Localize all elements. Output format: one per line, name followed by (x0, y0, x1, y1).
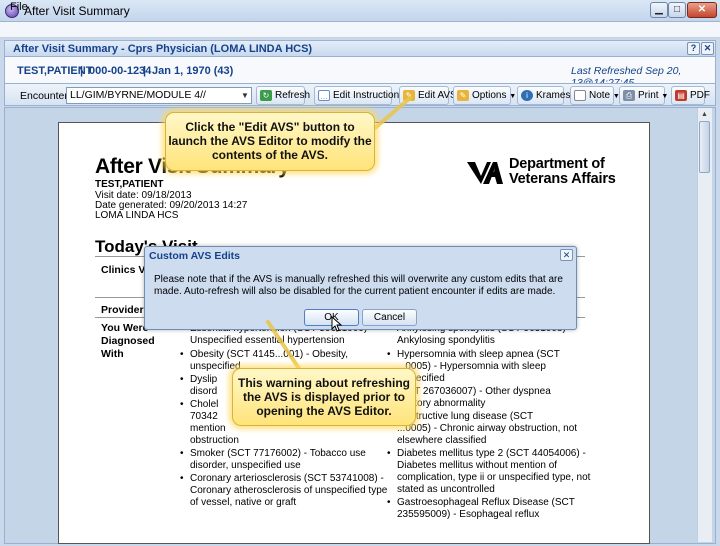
dx-line: Unspecified essential hypertension (190, 335, 345, 346)
maximize-button[interactable]: □ (668, 2, 686, 18)
dialog-title: Custom AVS Edits (149, 250, 241, 262)
pencil-icon: ✎ (403, 90, 415, 101)
printer-icon: ⎙ (623, 90, 635, 101)
dx-line: of vessel, native or graft (190, 497, 297, 508)
dx-line: Diabetes mellitus type 2 (SCT 44054006) … (387, 448, 586, 460)
dx-line: complication, type ii or unspecified typ… (397, 472, 591, 483)
minimize-button[interactable]: ▁ (650, 2, 668, 18)
dx-line: 235595009) - Esophageal reflux (397, 509, 540, 520)
providers-label: Providers (101, 304, 150, 316)
dx-line: Diabetes mellitus without mention of (397, 460, 558, 471)
window-title: After Visit Summary (24, 4, 130, 18)
encounter-select[interactable]: LL/GIM/BYRNE/MODULE 4// (66, 87, 252, 104)
menu-file[interactable]: File (10, 1, 28, 13)
options-label: Options (472, 90, 507, 101)
facility: LOMA LINDA HCS (95, 210, 179, 221)
print-button[interactable]: ⎙ Print ▼ (619, 86, 669, 105)
chevron-down-icon: ▼ (661, 93, 669, 100)
warning-callout: This warning about refreshing the AVS is… (232, 368, 416, 426)
info-icon: i (521, 90, 533, 101)
dx-line: Hypersomnia with sleep apnea (SCT (387, 349, 560, 361)
va-line2: Veterans Affairs (509, 171, 616, 187)
separator: | (143, 65, 147, 77)
mouse-cursor-icon (331, 316, 343, 332)
dx-line: Smoker (SCT 77176002) - Tobacco use (180, 448, 366, 460)
scroll-thumb[interactable] (699, 121, 710, 173)
dx-line: disord (190, 386, 218, 397)
clinics-label: Clinics Vi (101, 264, 149, 276)
pdf-button[interactable]: ▤ PDF (671, 86, 710, 105)
pencil-icon: ✎ (457, 90, 469, 101)
va-line1: Department of (509, 156, 605, 172)
refresh-icon: ↻ (260, 90, 272, 101)
edit-avs-button[interactable]: ✎ Edit AVS (399, 86, 457, 105)
patient-dob: Jan 1, 1970 (43) (152, 65, 234, 77)
dx-line: elsewhere classified (397, 435, 487, 446)
krames-button[interactable]: i Krames (517, 86, 570, 105)
options-button[interactable]: ✎ Options ▼ (453, 86, 516, 105)
note-button[interactable]: Note ▼ (570, 86, 620, 105)
note-label: Note (589, 90, 611, 101)
chevron-down-icon[interactable]: ▼ (239, 88, 251, 103)
panel-close-icon[interactable]: ✕ (701, 42, 714, 55)
dialog-close-icon[interactable]: ✕ (560, 249, 573, 261)
dx-line: ...0005) - Hypersomnia with sleep (397, 361, 546, 372)
menu-bar (0, 22, 720, 38)
encounter-label: Encounter: (20, 90, 71, 102)
dx-line: 70342 (190, 411, 218, 422)
dx-line: mention (190, 423, 226, 434)
dx-line: Ankylosing spondylitis (397, 335, 495, 346)
dx-line: ...0005) - Chronic airway obstruction, n… (397, 423, 578, 434)
dx-line: Obesity (SCT 4145...001) - Obesity, (180, 349, 348, 361)
krames-label: Krames (536, 90, 571, 101)
panel-header: After Visit Summary - Cprs Physician (LO… (4, 40, 716, 57)
help-icon[interactable]: ? (687, 42, 700, 55)
refresh-label: Refresh (275, 90, 311, 101)
dx-line: Dyslip (180, 374, 217, 386)
document-patient: TEST,PATIENT (95, 179, 164, 190)
edit-instructions-button[interactable]: … Edit Instructions (314, 86, 404, 105)
edit-instructions-label: Edit Instructions (333, 90, 405, 101)
print-label: Print (638, 90, 659, 101)
cancel-button[interactable]: Cancel (362, 309, 417, 326)
panel-title: After Visit Summary - Cprs Physician (LO… (13, 43, 313, 55)
dx-line: ...bstructive lung disease (SCT (397, 411, 534, 422)
edit-avs-callout: Click the "Edit AVS" button to launch th… (165, 112, 375, 171)
va-logo (467, 162, 503, 184)
dx-line: stated as uncontrolled (397, 484, 495, 495)
edit-avs-label: Edit AVS (418, 90, 457, 101)
dx-line: Coronary atherosclerosis of unspecified … (190, 485, 388, 496)
vertical-scrollbar[interactable] (697, 108, 712, 542)
pdf-icon: ▤ (675, 90, 687, 101)
pdf-label: PDF (690, 90, 710, 101)
toolbar: Encounter: LL/GIM/BYRNE/MODULE 4// ▼ ↻ R… (4, 83, 716, 106)
dx-line: Coronary arteriosclerosis (SCT 53741008)… (180, 473, 384, 485)
close-window-button[interactable]: ✕ (687, 2, 717, 18)
dx-line: (SCT 267036007) - Other dyspnea (397, 386, 551, 397)
note-icon (574, 90, 586, 101)
patient-bar: TEST,PATIENT | 000-00-1234 | Jan 1, 1970… (4, 57, 716, 89)
separator: | (80, 65, 84, 77)
dx-line: disorder, unspecified use (190, 460, 301, 471)
scroll-up-icon[interactable]: ▲ (698, 108, 711, 121)
dx-line: obstruction (190, 435, 239, 446)
refresh-button[interactable]: ↻ Refresh (256, 86, 310, 105)
dx-line: Cholel (180, 399, 218, 411)
speech-bubble-icon: … (318, 90, 330, 101)
chevron-down-icon: ▼ (509, 93, 517, 100)
va-wordmark: Department of Veterans Affairs (509, 157, 616, 187)
dialog-message: Please note that if the AVS is manually … (154, 274, 563, 297)
dx-line: Gastroesophageal Reflux Disease (SCT (387, 497, 575, 509)
